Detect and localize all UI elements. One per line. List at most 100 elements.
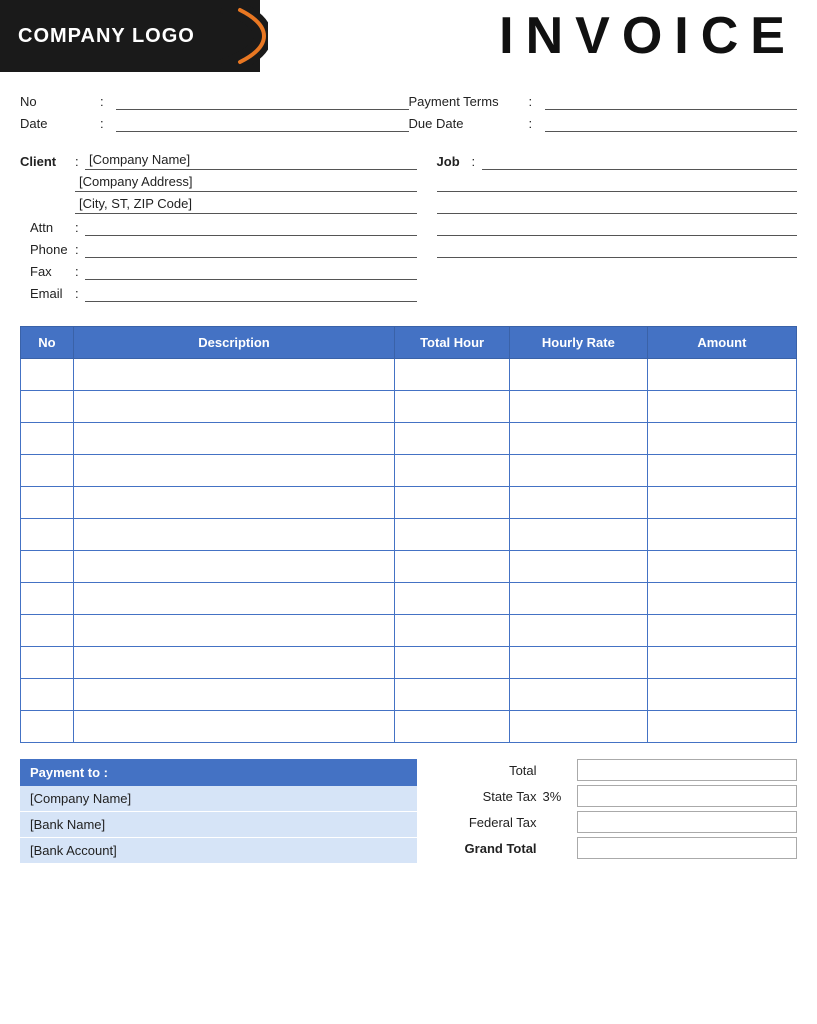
client-company-address: [Company Address] — [75, 174, 417, 192]
table-cell-9-3 — [509, 647, 647, 679]
table-cell-8-0 — [21, 615, 74, 647]
job-label: Job — [437, 154, 472, 169]
table-cell-0-1 — [73, 359, 394, 391]
table-cell-10-0 — [21, 679, 74, 711]
meta-terms-row: Payment Terms : — [409, 92, 798, 110]
meta-no-row: No : — [20, 92, 409, 110]
table-cell-5-4 — [647, 519, 796, 551]
job-line-5 — [437, 240, 797, 258]
client-block: Client : [Company Name] [Company Address… — [20, 152, 417, 306]
header: COMPANY LOGO INVOICE — [0, 0, 817, 72]
meta-terms-label: Payment Terms — [409, 94, 529, 109]
table-cell-3-4 — [647, 455, 796, 487]
table-section: No Description Total Hour Hourly Rate Am… — [0, 326, 817, 743]
client-label: Client — [20, 154, 75, 169]
client-fax-line — [85, 262, 417, 280]
meta-duedate-row: Due Date : — [409, 114, 798, 132]
meta-no-line — [116, 92, 409, 110]
totals-block: Total State Tax 3% Federal Tax Grand Tot… — [437, 759, 797, 864]
meta-duedate-label: Due Date — [409, 116, 529, 131]
table-cell-4-3 — [509, 487, 647, 519]
col-header-amount: Amount — [647, 327, 796, 359]
bottom-section: Payment to : [Company Name] [Bank Name] … — [0, 759, 817, 864]
col-header-no: No — [21, 327, 74, 359]
state-tax-pct: 3% — [543, 789, 571, 804]
table-cell-5-3 — [509, 519, 647, 551]
job-line-3 — [437, 196, 797, 214]
table-cell-3-3 — [509, 455, 647, 487]
table-cell-2-0 — [21, 423, 74, 455]
table-cell-1-2 — [395, 391, 510, 423]
client-email-line — [85, 284, 417, 302]
client-attn-row: Attn : — [20, 218, 417, 236]
table-row — [21, 519, 797, 551]
table-cell-3-1 — [73, 455, 394, 487]
client-phone-colon: : — [75, 242, 85, 257]
table-cell-0-3 — [509, 359, 647, 391]
table-cell-11-4 — [647, 711, 796, 743]
table-cell-5-2 — [395, 519, 510, 551]
table-cell-1-0 — [21, 391, 74, 423]
table-cell-11-1 — [73, 711, 394, 743]
table-cell-3-2 — [395, 455, 510, 487]
job-line-4 — [437, 218, 797, 236]
table-cell-2-2 — [395, 423, 510, 455]
table-row — [21, 423, 797, 455]
table-cell-8-3 — [509, 615, 647, 647]
table-cell-6-3 — [509, 551, 647, 583]
table-cell-1-3 — [509, 391, 647, 423]
table-row — [21, 647, 797, 679]
col-header-rate: Hourly Rate — [509, 327, 647, 359]
client-phone-line — [85, 240, 417, 258]
meta-section: No : Date : Payment Terms : Due Date : — [0, 92, 817, 136]
meta-terms-line — [545, 92, 798, 110]
job-line-2 — [437, 174, 797, 192]
table-cell-11-2 — [395, 711, 510, 743]
client-fax-row: Fax : — [20, 262, 417, 280]
job-colon: : — [472, 154, 482, 169]
table-row — [21, 391, 797, 423]
table-cell-6-4 — [647, 551, 796, 583]
col-header-desc: Description — [73, 327, 394, 359]
meta-no-label: No — [20, 94, 100, 109]
table-cell-6-2 — [395, 551, 510, 583]
job-line-1 — [482, 152, 797, 170]
table-cell-7-2 — [395, 583, 510, 615]
table-cell-6-0 — [21, 551, 74, 583]
table-cell-4-2 — [395, 487, 510, 519]
grand-total-row: Grand Total — [437, 837, 797, 859]
meta-two-col: No : Date : Payment Terms : Due Date : — [20, 92, 797, 136]
table-cell-10-2 — [395, 679, 510, 711]
payment-header: Payment to : — [20, 759, 417, 786]
meta-duedate-colon: : — [529, 116, 545, 131]
federal-tax-value-box — [577, 811, 797, 833]
table-cell-6-1 — [73, 551, 394, 583]
federal-tax-row: Federal Tax — [437, 811, 797, 833]
table-cell-0-4 — [647, 359, 796, 391]
client-attn-label: Attn — [30, 220, 75, 235]
client-email-colon: : — [75, 286, 85, 301]
payment-company-name: [Company Name] — [20, 786, 417, 812]
grand-total-value-box — [577, 837, 797, 859]
job-header-row: Job : — [437, 152, 797, 170]
table-cell-7-0 — [21, 583, 74, 615]
state-tax-label: State Tax — [437, 789, 537, 804]
table-cell-1-4 — [647, 391, 796, 423]
payment-bank-name: [Bank Name] — [20, 812, 417, 838]
meta-terms-colon: : — [529, 94, 545, 109]
logo-arc-icon — [208, 0, 268, 72]
table-cell-2-3 — [509, 423, 647, 455]
table-cell-1-1 — [73, 391, 394, 423]
total-label: Total — [437, 763, 537, 778]
client-fax-colon: : — [75, 264, 85, 279]
table-cell-5-0 — [21, 519, 74, 551]
invoice-title: INVOICE — [499, 6, 797, 66]
total-value-box — [577, 759, 797, 781]
client-job-section: Client : [Company Name] [Company Address… — [0, 152, 817, 306]
client-attn-colon: : — [75, 220, 85, 235]
table-row — [21, 711, 797, 743]
table-row — [21, 679, 797, 711]
client-name-row: Client : [Company Name] — [20, 152, 417, 170]
table-cell-9-1 — [73, 647, 394, 679]
job-block: Job : — [437, 152, 797, 306]
